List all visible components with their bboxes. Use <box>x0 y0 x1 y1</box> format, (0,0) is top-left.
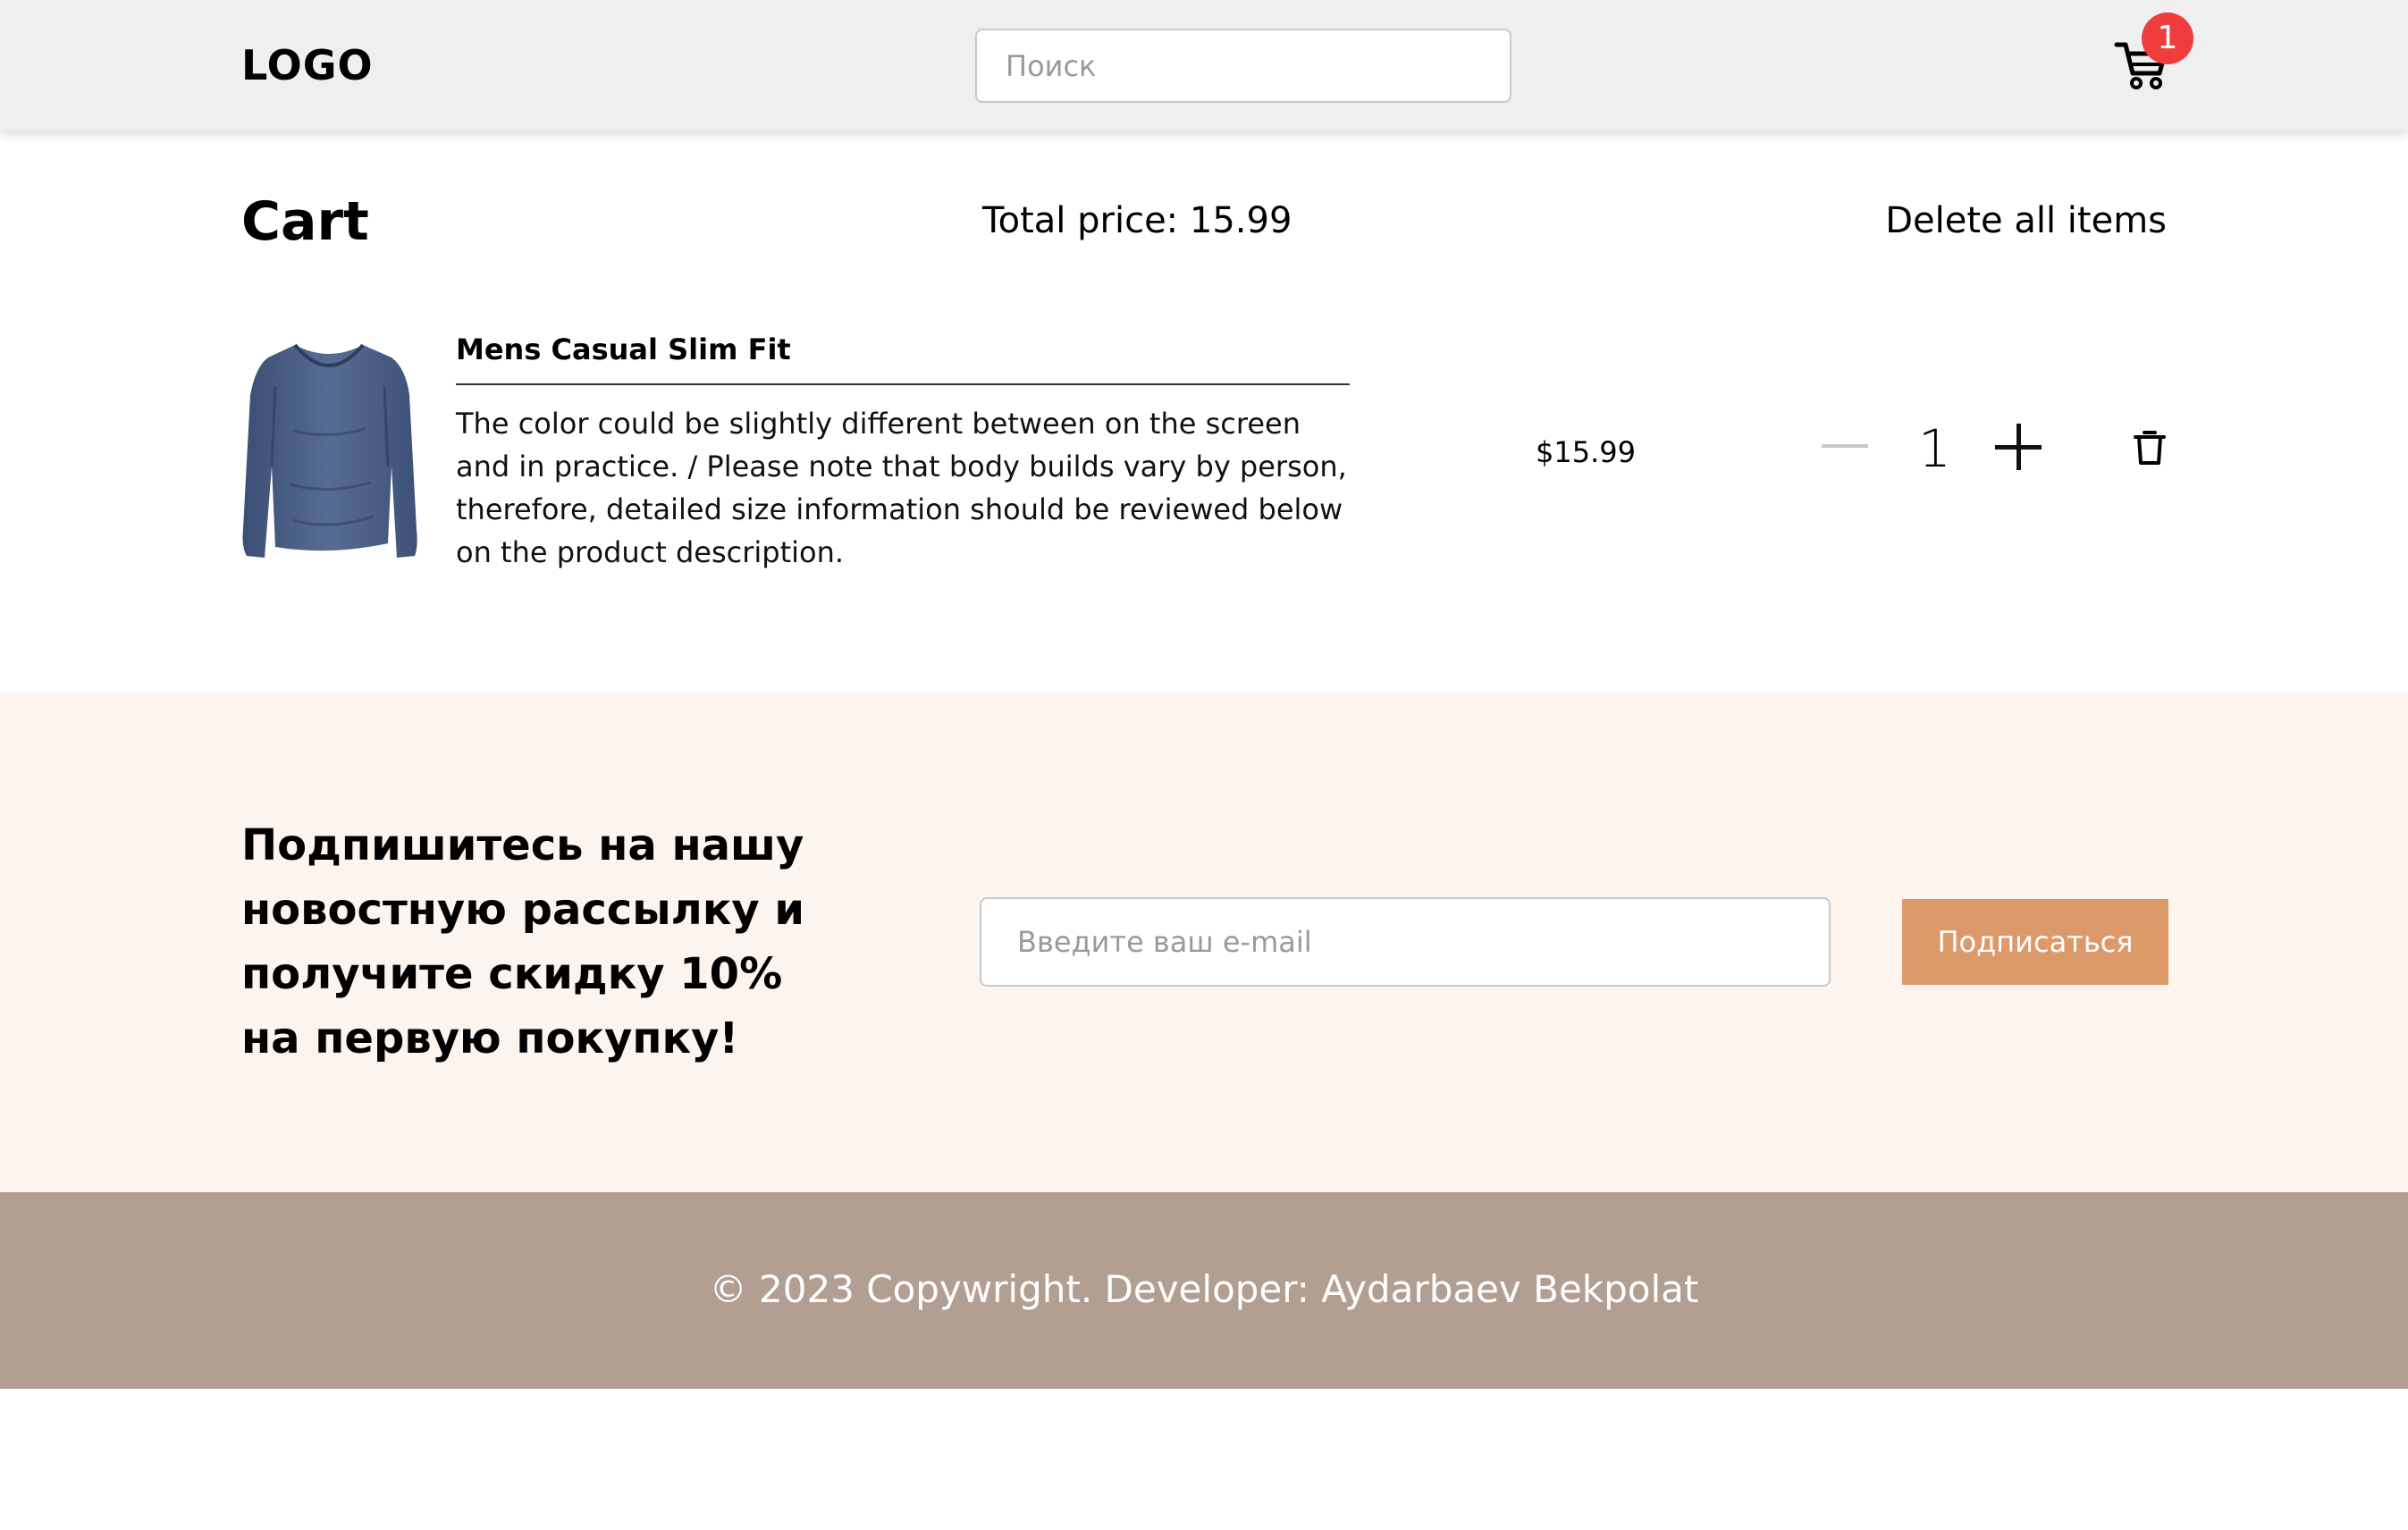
divider <box>456 383 1350 385</box>
product-name[interactable]: Mens Casual Slim Fit <box>456 332 791 366</box>
footer-copyright: © 2023 Copywright. Developer: Aydarbaev … <box>709 1267 1699 1311</box>
minus-icon[interactable] <box>1822 444 1868 448</box>
trash-icon <box>2134 431 2166 465</box>
quantity-value: 1 <box>1918 418 1951 479</box>
product-price: $15.99 <box>1536 435 1636 469</box>
subscribe-button[interactable]: Подписаться <box>1902 899 2168 985</box>
email-field[interactable] <box>980 897 1831 987</box>
page-title: Cart <box>241 190 369 253</box>
subscribe-heading: Подпишитесь на нашу новостную рассылку и… <box>241 820 805 1063</box>
search-input[interactable] <box>975 29 1511 103</box>
plus-icon[interactable] <box>1995 424 2042 470</box>
product-image <box>240 332 418 565</box>
delete-all-button[interactable]: Delete all items <box>1885 200 2167 241</box>
product-description: The color could be slightly different be… <box>456 407 1347 569</box>
cart-count-badge: 1 <box>2142 13 2193 64</box>
logo[interactable]: LOGO <box>241 41 374 89</box>
delete-item-button[interactable] <box>2133 429 2167 467</box>
total-price: Total price: 15.99 <box>982 200 1292 241</box>
